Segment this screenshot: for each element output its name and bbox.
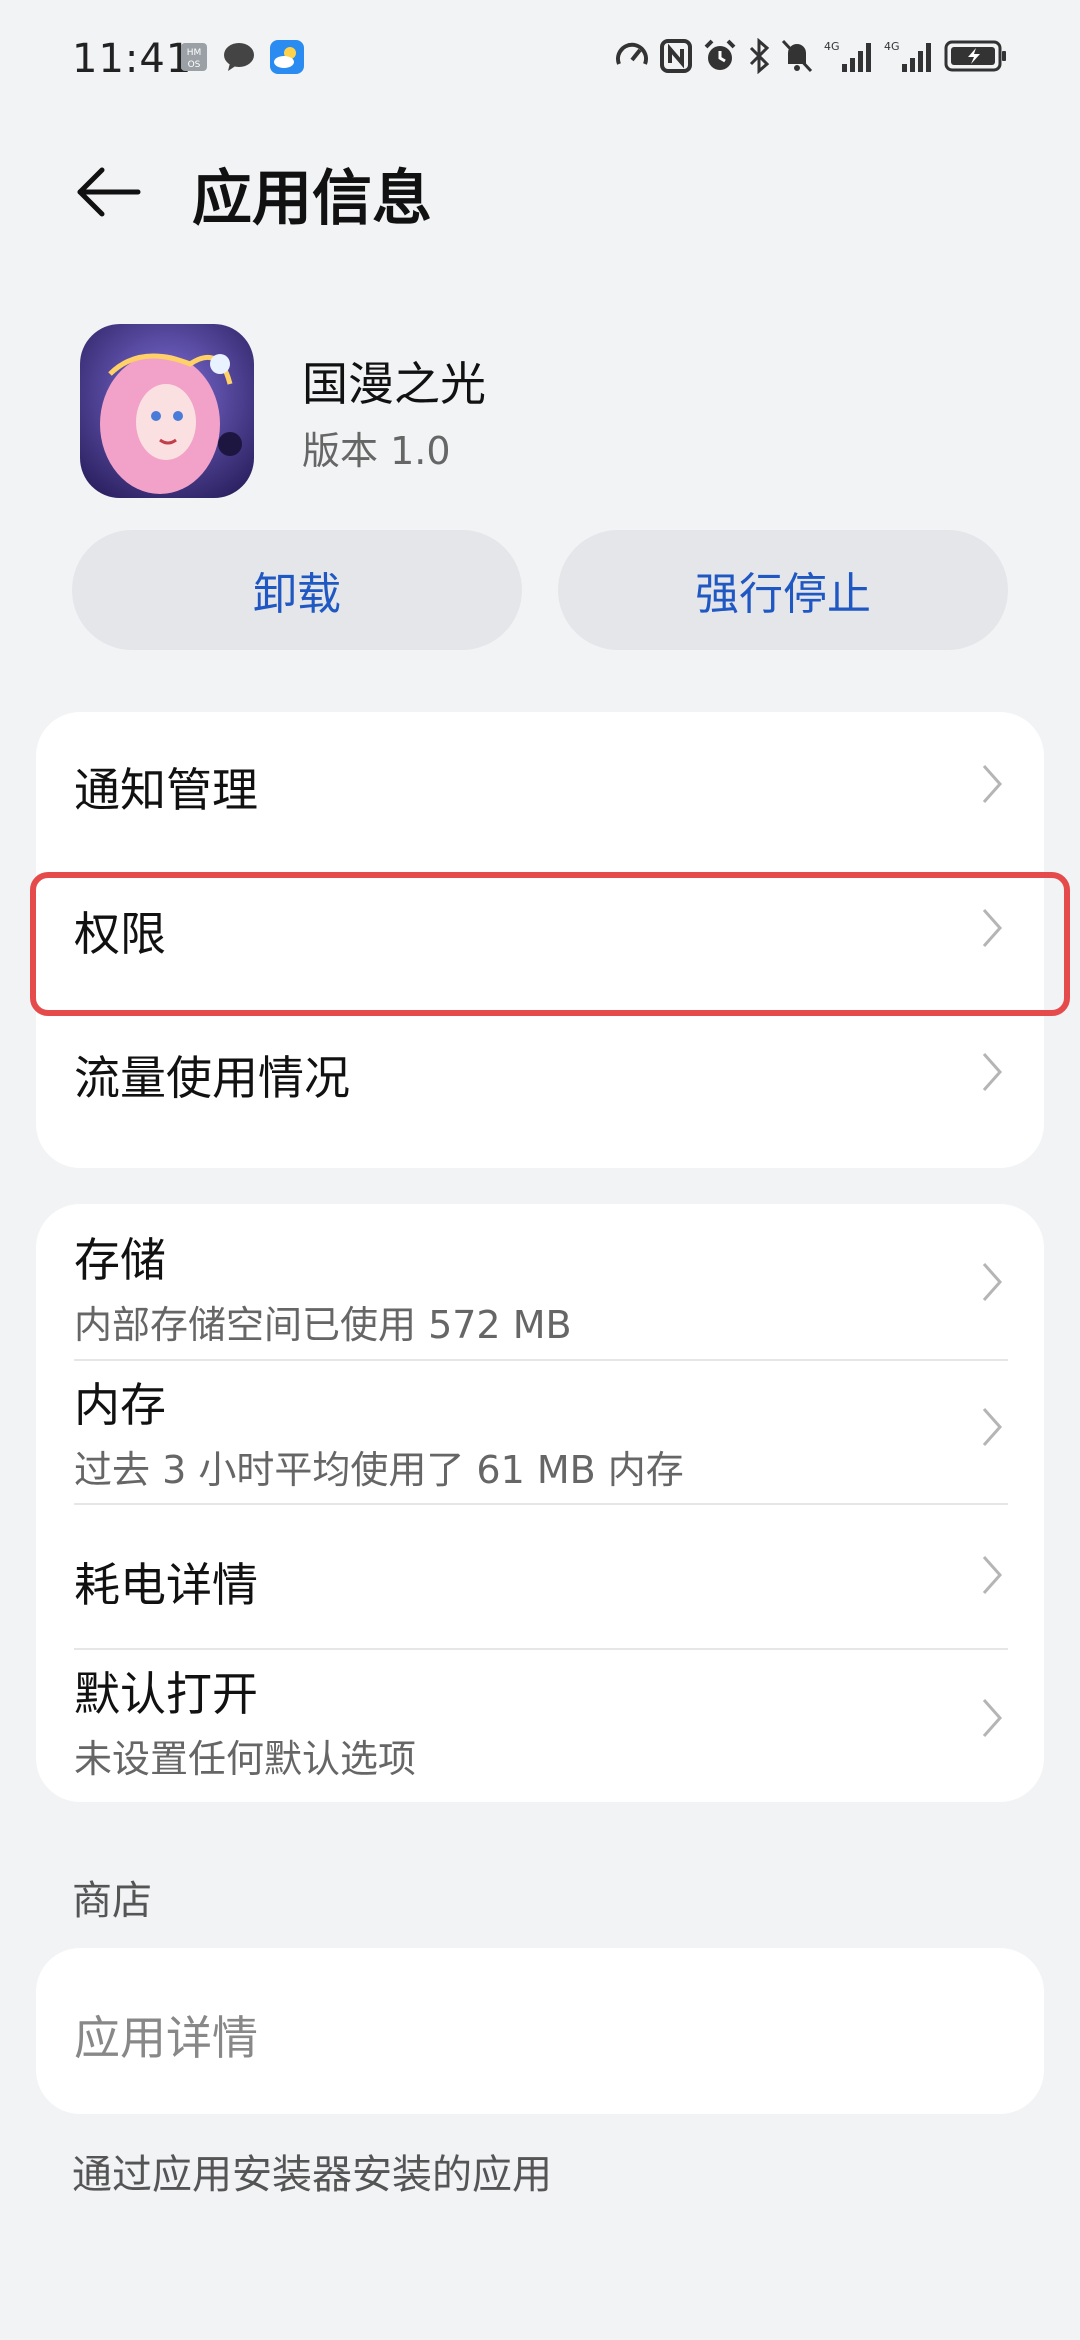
- clock: 11:41: [72, 36, 193, 82]
- install-source-note: 通过应用安装器安装的应用: [72, 2152, 552, 2198]
- store-card: 应用详情: [36, 1948, 1044, 2114]
- open-by-default-item[interactable]: 默认打开 未设置任何默认选项: [36, 1650, 1044, 1802]
- back-arrow-icon: [77, 167, 141, 217]
- weather-icon: [270, 40, 304, 74]
- row-subtitle: 过去 3 小时平均使用了 61 MB 内存: [74, 1448, 684, 1492]
- chevron-right-icon: [982, 765, 1003, 803]
- svg-text:4G: 4G: [884, 40, 900, 53]
- status-bar: 11:41 HM OS 4G 4G: [0, 0, 1080, 120]
- page-title: 应用信息: [192, 164, 432, 234]
- chevron-right-icon: [982, 1053, 1003, 1091]
- chat-bubble-icon: [224, 43, 254, 71]
- signal-4g-icon: 4G: [884, 40, 931, 72]
- battery-usage-item[interactable]: 耗电详情: [36, 1505, 1044, 1649]
- row-label: 通知管理: [74, 763, 258, 817]
- app-actions: 卸载 强行停止: [72, 530, 1008, 650]
- signal-4g-icon: 4G: [824, 40, 871, 72]
- settings-group-2: 存储 内部存储空间已使用 572 MB 内存 过去 3 小时平均使用了 61 M…: [36, 1204, 1044, 1802]
- chevron-right-icon: [982, 1263, 1003, 1301]
- app-version: 版本 1.0: [302, 429, 451, 473]
- chevron-right-icon: [982, 1699, 1003, 1737]
- status-right-icons: 4G 4G: [614, 38, 1008, 74]
- silent-bell-icon: [781, 39, 813, 73]
- row-label: 流量使用情况: [74, 1051, 350, 1105]
- svg-text:OS: OS: [188, 60, 201, 70]
- hmos-icon: HM OS: [181, 43, 207, 71]
- nfc-icon: [660, 39, 692, 73]
- app-summary: 国漫之光 版本 1.0: [80, 320, 1000, 500]
- svg-text:HM: HM: [187, 48, 202, 58]
- row-label: 默认打开: [74, 1667, 258, 1721]
- back-button[interactable]: [70, 152, 150, 232]
- app-bar: 应用信息: [0, 140, 1080, 240]
- storage-item[interactable]: 存储 内部存储空间已使用 572 MB: [36, 1204, 1044, 1360]
- store-section-title: 商店: [72, 1878, 152, 1924]
- row-label: 耗电详情: [74, 1558, 258, 1612]
- chevron-right-icon: [982, 1408, 1003, 1446]
- battery-charging-icon: [944, 40, 1006, 72]
- app-icon: [80, 324, 254, 498]
- alarm-icon: [704, 39, 736, 70]
- app-details-item[interactable]: 应用详情: [36, 1948, 1044, 2114]
- speedometer-icon: [616, 42, 648, 65]
- force-stop-button[interactable]: 强行停止: [558, 530, 1008, 650]
- chevron-right-icon: [982, 1556, 1003, 1594]
- status-left-icons: HM OS: [180, 40, 304, 74]
- data-usage-item[interactable]: 流量使用情况: [36, 1000, 1044, 1144]
- row-label: 应用详情: [74, 2011, 258, 2065]
- row-label: 存储: [74, 1233, 166, 1287]
- notification-management-item[interactable]: 通知管理: [36, 712, 1044, 856]
- memory-item[interactable]: 内存 过去 3 小时平均使用了 61 MB 内存: [36, 1361, 1044, 1505]
- highlight-box: [30, 872, 1070, 1016]
- uninstall-button[interactable]: 卸载: [72, 530, 522, 650]
- svg-text:4G: 4G: [824, 40, 840, 53]
- row-subtitle: 内部存储空间已使用 572 MB: [74, 1303, 572, 1347]
- app-name: 国漫之光: [302, 357, 486, 411]
- row-subtitle: 未设置任何默认选项: [74, 1737, 417, 1781]
- row-label: 内存: [74, 1378, 166, 1432]
- bluetooth-icon: [749, 38, 770, 74]
